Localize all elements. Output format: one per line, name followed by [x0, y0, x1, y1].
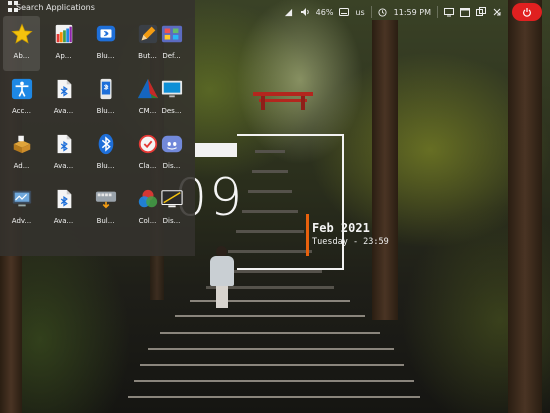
- desktop-monitor-icon: [160, 77, 184, 101]
- app-label: Dis...: [162, 217, 181, 225]
- bluetooth-icon: [94, 132, 118, 156]
- app-tile[interactable]: Ava...: [45, 181, 82, 236]
- app-label: Blu...: [96, 162, 115, 170]
- blueman-icon: [52, 187, 76, 211]
- app-grid: Ab... Ap... Blu... But... Acc... Ava... …: [3, 16, 166, 236]
- app-tile[interactable]: Acc...: [3, 71, 40, 126]
- power-button[interactable]: [512, 3, 542, 21]
- app-label: Ab...: [13, 52, 30, 60]
- app-tile[interactable]: Dis...: [153, 181, 190, 236]
- keyboard-icon[interactable]: [339, 7, 350, 17]
- tree-trunk: [508, 0, 542, 413]
- app-label: Ava...: [53, 107, 74, 115]
- volume-icon[interactable]: [300, 7, 310, 17]
- app-label: Dis...: [162, 162, 181, 170]
- app-label: Blu...: [96, 52, 115, 60]
- app-tile[interactable]: Blu...: [87, 16, 124, 71]
- clock-frame-bar: [195, 143, 237, 157]
- keyboard-layout[interactable]: us: [355, 8, 364, 17]
- app-tile[interactable]: Des...: [153, 71, 190, 126]
- package-icon: [10, 132, 34, 156]
- app-tile[interactable]: Def...: [153, 16, 190, 71]
- clock-icon: [378, 7, 388, 17]
- search-input[interactable]: Search Applications: [16, 3, 95, 12]
- minimize-all-icon[interactable]: [492, 7, 502, 17]
- app-tile[interactable]: Ap...: [45, 16, 82, 71]
- default-apps-icon: [160, 22, 184, 46]
- clock-date: Feb 2021: [312, 221, 370, 235]
- app-tile[interactable]: Ava...: [45, 71, 82, 126]
- clock-day-time: Tuesday - 23:59: [312, 237, 389, 247]
- bluetooth-device-icon: [94, 22, 118, 46]
- app-tile[interactable]: Bul...: [87, 181, 124, 236]
- app-label: Ava...: [53, 217, 74, 225]
- app-tile[interactable]: Ab...: [3, 16, 40, 71]
- network-monitor-icon: [10, 187, 34, 211]
- person-figure: [207, 246, 237, 310]
- app-label: Bul...: [96, 217, 115, 225]
- app-tile[interactable]: Ava...: [45, 126, 82, 181]
- app-tile[interactable]: Ad...: [3, 126, 40, 181]
- color-palette-icon: [52, 22, 76, 46]
- blueman-icon: [52, 77, 76, 101]
- discord-icon: [160, 132, 184, 156]
- panel-clock[interactable]: 11:59 PM: [394, 8, 431, 17]
- app-label: Ap...: [55, 52, 72, 60]
- app-tile[interactable]: Dis...: [153, 126, 190, 181]
- app-tile[interactable]: Adv...: [3, 181, 40, 236]
- menu-search-bar[interactable]: Search Applications: [0, 0, 195, 14]
- bluetooth-phone-icon: [94, 77, 118, 101]
- monitor-icon[interactable]: [444, 7, 454, 17]
- tray-separator: [370, 6, 372, 18]
- app-label: Acc...: [11, 107, 32, 115]
- display-icon: [160, 187, 184, 211]
- app-label: Blu...: [96, 107, 115, 115]
- accessibility-icon: [10, 77, 34, 101]
- system-tray: 46% us 11:59 PM: [284, 0, 550, 24]
- tray-separator: [437, 6, 438, 18]
- power-icon: [523, 8, 531, 17]
- window-list-icon[interactable]: [460, 7, 470, 17]
- app-label: Des...: [161, 107, 182, 115]
- app-label: Ava...: [53, 162, 74, 170]
- volume-percent: 46%: [315, 7, 334, 17]
- app-tile[interactable]: Blu...: [87, 126, 124, 181]
- app-label: Ad...: [13, 162, 30, 170]
- clock-accent-bar: [306, 214, 309, 256]
- workspaces-icon[interactable]: [476, 7, 486, 17]
- app-label: Def...: [162, 52, 181, 60]
- app-tile[interactable]: Blu...: [87, 71, 124, 126]
- bulk-rename-icon: [94, 187, 118, 211]
- app-column-extra: Def... Des... Dis... Dis...: [153, 16, 193, 236]
- app-label: Adv...: [11, 217, 32, 225]
- clock-frame: [237, 134, 344, 270]
- blueman-icon: [52, 132, 76, 156]
- network-icon[interactable]: [284, 7, 294, 17]
- star-icon: [10, 22, 34, 46]
